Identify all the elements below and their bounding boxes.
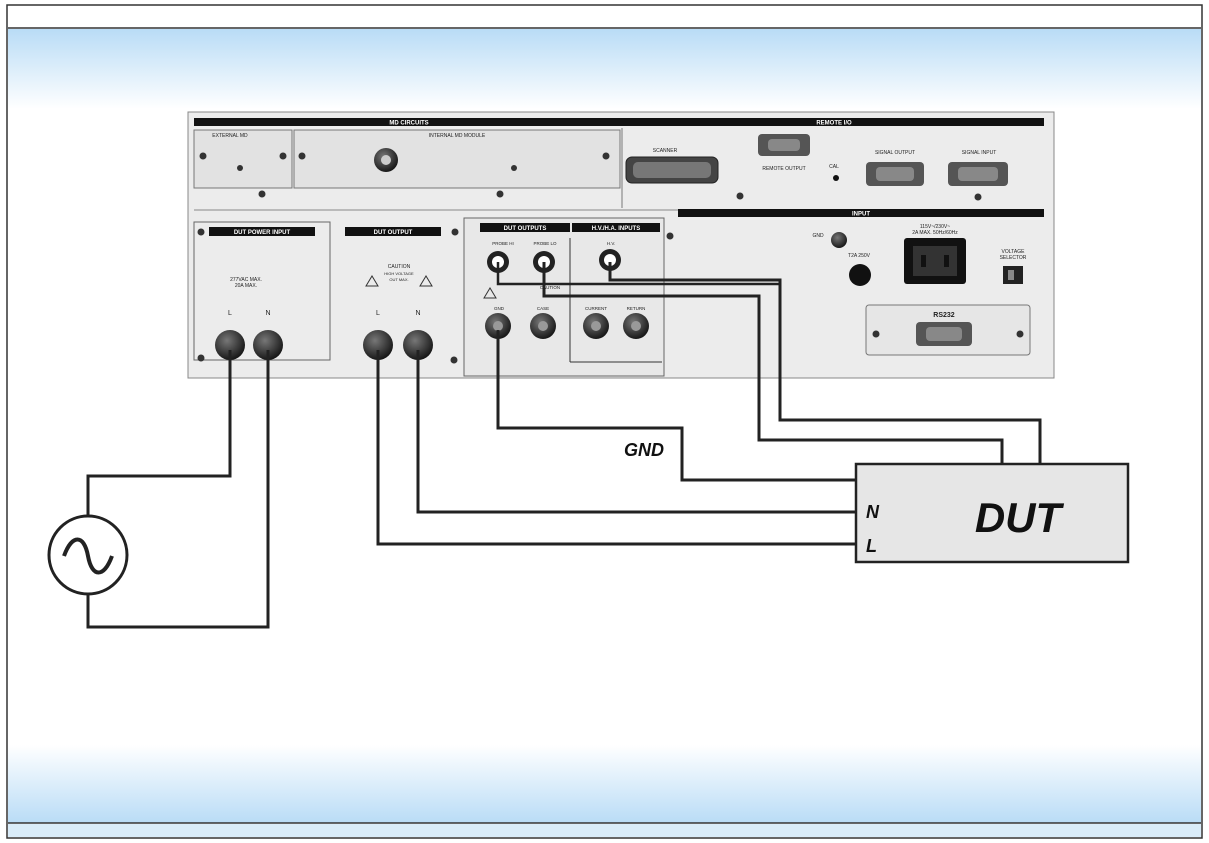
dut-power-input-label: DUT POWER INPUT	[234, 230, 291, 236]
signal-input-label: SIGNAL INPUT	[962, 150, 997, 156]
diagram-stage: MD CIRCUITS REMOTE I/O EXTERNAL MD INTER…	[0, 0, 1209, 843]
remote-output-label: REMOTE OUTPUT	[762, 166, 805, 172]
external-md-label: EXTERNAL MD	[212, 133, 248, 139]
voltage-selector-label-2: SELECTOR	[1000, 255, 1027, 261]
fuse-holder-icon	[849, 264, 871, 286]
dut-output-n-label: N	[415, 310, 420, 317]
case-post-label: CASE	[537, 306, 549, 311]
fuse-label: T2A 250V	[848, 253, 871, 259]
bottom-gradient	[8, 745, 1201, 823]
dut-output-l-label: L	[376, 310, 380, 317]
internal-md-module-label: INTERNAL MD MODULE	[429, 133, 486, 139]
caution-sub-1: HIGH VOLTAGE	[384, 271, 414, 276]
input-label: INPUT	[852, 212, 870, 218]
gnd-post-label: GND	[494, 306, 505, 311]
power-input-n-label: N	[265, 310, 270, 317]
gnd-wire-label: GND	[624, 440, 664, 460]
hv-label: H.V.	[607, 241, 615, 246]
caution-sub-2: OUT MAX.	[389, 277, 408, 282]
rs232-label: RS232	[933, 312, 955, 319]
probe-hi-label: PROBE HI	[492, 241, 514, 246]
cal-label: CAL	[829, 164, 839, 170]
remote-io-label: REMOTE I/O	[816, 121, 852, 127]
dut-label: DUT	[975, 494, 1065, 541]
wiring-diagram: MD CIRCUITS REMOTE I/O EXTERNAL MD INTER…	[6, 4, 1203, 839]
dut-outputs-label: DUT OUTPUTS	[504, 226, 547, 232]
hv-ha-inputs-label: H.V./H.A. INPUTS	[592, 226, 640, 232]
probe-lo-label: PROBE LO	[533, 241, 557, 246]
dut-power-rating-2: 20A MAX.	[235, 283, 257, 289]
gnd-terminal-label: GND	[812, 233, 824, 239]
return-post-label: RETURN	[627, 306, 646, 311]
rear-panel: MD CIRCUITS REMOTE I/O EXTERNAL MD INTER…	[187, 111, 1055, 379]
md-circuits-label: MD CIRCUITS	[389, 121, 428, 127]
current-post-label: CURRENT	[585, 306, 607, 311]
dut-l-terminal-label: L	[866, 536, 877, 556]
caution-label: CAUTION	[388, 264, 411, 270]
top-gradient	[8, 29, 1201, 109]
dut-output-label: DUT OUTPUT	[374, 230, 413, 236]
gnd-terminal-icon	[831, 232, 847, 248]
power-input-l-label: L	[228, 310, 232, 317]
scanner-label: SCANNER	[653, 148, 678, 154]
dut-n-terminal-label: N	[866, 502, 880, 522]
power-rating-2: 2A MAX. 50Hz/60Hz	[912, 230, 958, 236]
signal-output-label: SIGNAL OUTPUT	[875, 150, 915, 156]
top-strip	[8, 6, 1201, 28]
